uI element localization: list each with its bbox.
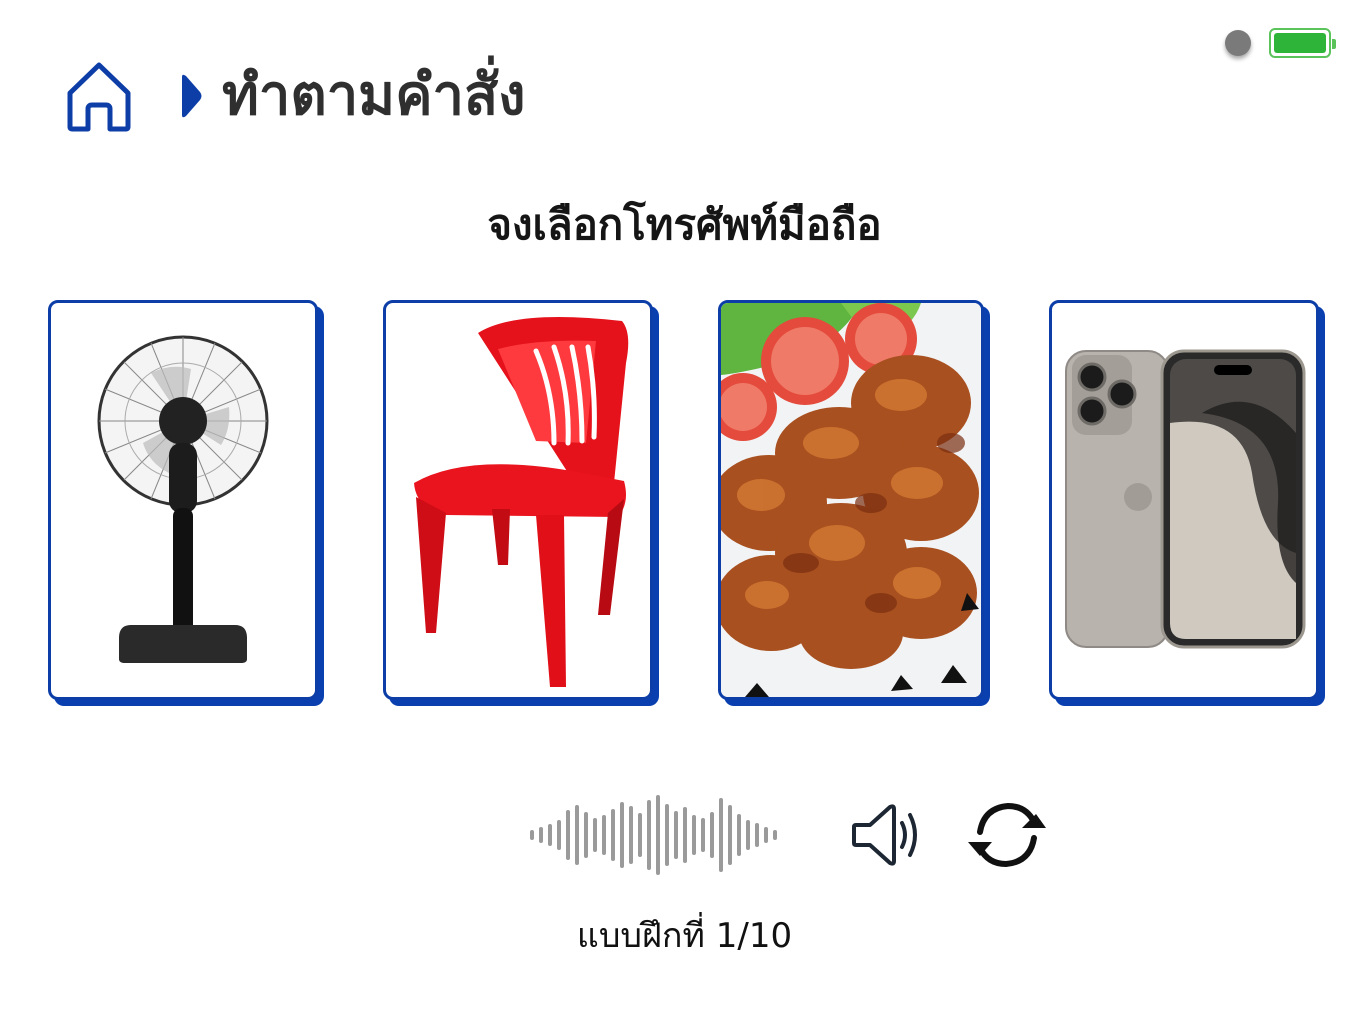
waveform-bar [593,818,597,852]
waveform-bar [692,815,696,855]
exercise-progress: แบบฝึกที่ 1/10 [576,916,793,956]
choice-card-phone[interactable] [1049,300,1319,700]
waveform-bar [539,827,543,843]
waveform-bar [638,813,642,857]
waveform-bar [557,820,561,850]
replay-icon[interactable] [964,798,1050,872]
waveform-bar [647,800,651,870]
choice-card-fan[interactable] [48,300,318,700]
waveform-bar [665,804,669,866]
battery-full-icon [1269,28,1336,58]
waveform-bar [755,823,759,847]
waveform-bar [566,810,570,860]
waveform-bar [656,795,660,875]
choice-card-chair[interactable] [383,300,653,700]
chevron-right-icon [182,74,202,118]
status-indicators [1225,28,1336,58]
audio-controls [530,790,1050,880]
audio-waveform-icon[interactable] [530,790,812,880]
waveform-bar [701,818,705,852]
red-plastic-chair-image [414,317,629,687]
header: ทำตามคำสั่ง [64,56,526,136]
page-title: ทำตามคำสั่ง [222,63,526,128]
waveform-bar [629,806,633,864]
speaker-icon[interactable] [852,799,922,871]
instruction-text: จงเลือกโทรศัพท์มือถือ [487,200,882,249]
choice-card-chicken[interactable] [718,300,984,700]
waveform-bar [674,811,678,859]
waveform-bar [737,814,741,856]
electric-fan-image [97,335,269,663]
waveform-bar [611,809,615,861]
waveform-bar [710,812,714,858]
waveform-bar [728,805,732,865]
waveform-bar [773,830,777,840]
waveform-bar [575,805,579,865]
waveform-bar [764,827,768,843]
waveform-bar [602,815,606,855]
waveform-bar [746,820,750,850]
waveform-bar [548,824,552,846]
waveform-bar [719,798,723,872]
waveform-bar [620,802,624,868]
home-icon[interactable] [64,59,134,133]
choice-grid [48,300,1328,705]
mobile-phone-image [1065,349,1306,649]
fried-chicken-wings-image [721,303,981,697]
record-dot-icon [1225,30,1251,56]
waveform-bar [584,812,588,858]
waveform-bar [683,807,687,863]
waveform-bar [530,830,534,840]
